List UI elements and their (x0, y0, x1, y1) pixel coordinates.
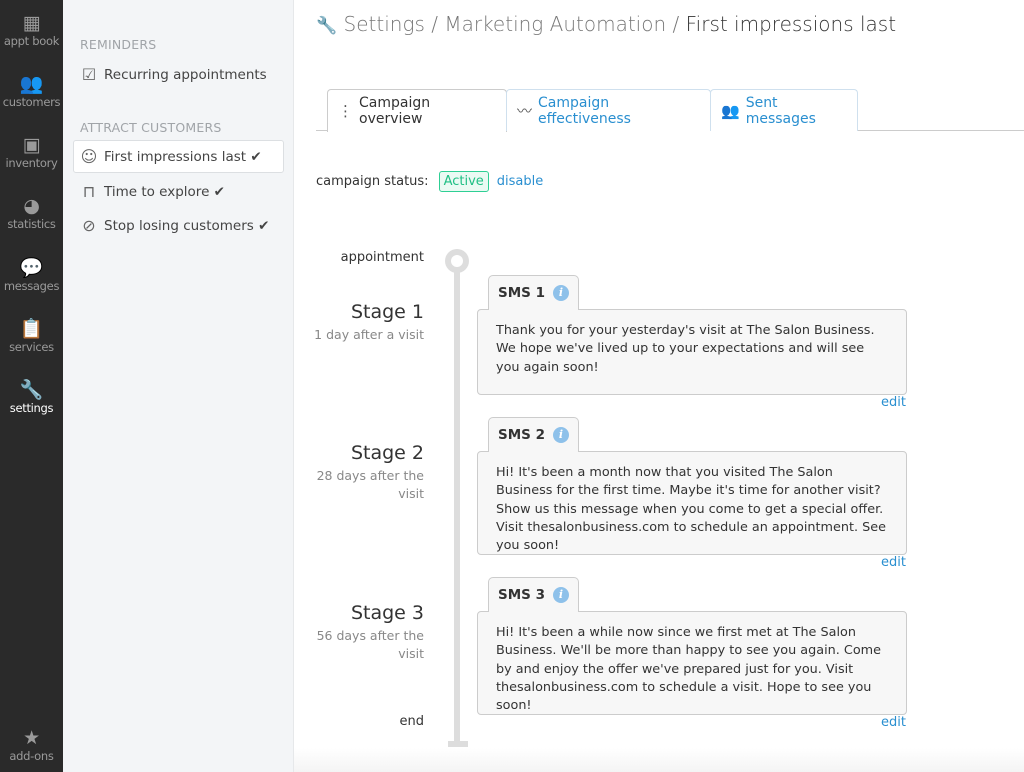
footer-fade (294, 748, 1024, 772)
compass-icon: ⊘ (82, 216, 96, 235)
nav-appt-book[interactable]: ▦ appt book (0, 12, 63, 48)
campaign-status: campaign status: Active disable (316, 171, 543, 192)
box-icon: ▣ (22, 134, 41, 156)
wrench-icon: 🔧 (316, 16, 338, 36)
timeline-start-label: appointment (340, 250, 424, 265)
timeline-line (454, 260, 460, 744)
stage-1: Stage 11 day after a visit (314, 301, 424, 342)
sms-1-tab: SMS 1i (488, 275, 579, 310)
nav-inventory[interactable]: ▣ inventory (0, 134, 63, 170)
status-badge: Active (438, 171, 489, 192)
stage-2: Stage 2 28 days after the visit (316, 442, 424, 501)
subnav-time-to-explore[interactable]: ⊓ Time to explore ✔ (73, 175, 284, 208)
info-icon[interactable]: i (552, 587, 569, 603)
chart-map-icon: 〰 (517, 102, 533, 120)
tab-campaign-effectiveness[interactable]: 〰 Campaign effectiveness (506, 89, 711, 131)
nav-statistics[interactable]: ◕ statistics (0, 195, 63, 231)
section-reminders: REMINDERS (80, 37, 157, 52)
nav-services[interactable]: 📋 services (0, 318, 63, 354)
sms-1-edit-link[interactable]: edit (881, 395, 906, 410)
tab-sent-messages[interactable]: 👥 Sent messages (710, 89, 858, 131)
subnav-stop-losing-customers[interactable]: ⊘ Stop losing customers ✔ (73, 209, 284, 242)
nav-settings[interactable]: 🔧 settings (0, 379, 63, 415)
subnav-first-impressions[interactable]: ☺ First impressions last ✔ (73, 140, 284, 173)
sms-2-message: Hi! It's been a month now that you visit… (477, 451, 907, 555)
stage-3: Stage 3 56 days after the visit (316, 602, 424, 661)
sms-2-edit-link[interactable]: edit (881, 555, 906, 570)
sms-2-tab: SMS 2i (488, 417, 579, 452)
star-icon: ★ (23, 727, 40, 749)
info-icon[interactable]: i (552, 285, 569, 301)
nav-customers[interactable]: 👥 customers (0, 73, 63, 109)
timeline-start-node (445, 249, 469, 273)
nav-messages[interactable]: 💬 messages (0, 257, 63, 293)
main-nav: ▦ appt book 👥 customers ▣ inventory ◕ statis… (0, 0, 63, 772)
sms-1-message: Thank you for your yesterday's visit at … (477, 309, 907, 395)
breadcrumb: 🔧 Settings / Marketing Automation / Firs… (316, 12, 897, 36)
sms-3-edit-link[interactable]: edit (881, 715, 906, 730)
clipboard-icon: 📋 (19, 318, 44, 340)
tab-campaign-overview[interactable]: ⋮ Campaign overview (327, 89, 507, 132)
settings-subnav: REMINDERS ☑ Recurring appointments ATTRAC… (63, 0, 294, 772)
breadcrumb-settings[interactable]: Settings (344, 12, 425, 36)
shopping-bag-icon: ⊓ (82, 182, 96, 201)
users-icon: 👥 (19, 73, 44, 95)
info-icon[interactable]: i (552, 427, 569, 443)
section-attract-customers: ATTRACT CUSTOMERS (80, 120, 222, 135)
chat-icon: 💬 (19, 257, 44, 279)
timeline-end-node (448, 741, 468, 747)
sms-3-message: Hi! It's been a while now since we first… (477, 611, 907, 715)
breadcrumb-current: First impressions last (685, 12, 897, 36)
wrench-icon: 🔧 (19, 379, 44, 401)
nav-add-ons[interactable]: ★ add-ons (0, 727, 63, 763)
subnav-recurring-appointments[interactable]: ☑ Recurring appointments (73, 58, 284, 91)
calendar-icon: ▦ (22, 12, 41, 34)
pie-chart-icon: ◕ (23, 195, 40, 217)
timeline-end-label: end (399, 714, 425, 729)
disable-link[interactable]: disable (497, 174, 543, 189)
campaign-tabs: ⋮ Campaign overview 〰 Campaign effectivene… (316, 89, 1024, 132)
smiley-icon: ☺ (80, 147, 98, 166)
timeline-icon: ⋮ (338, 102, 353, 120)
clipboard-check-icon: ☑ (81, 65, 97, 84)
sms-3-tab: SMS 3i (488, 577, 579, 612)
breadcrumb-marketing[interactable]: Marketing Automation (444, 12, 666, 36)
users-outline-icon: 👥 (721, 101, 740, 120)
